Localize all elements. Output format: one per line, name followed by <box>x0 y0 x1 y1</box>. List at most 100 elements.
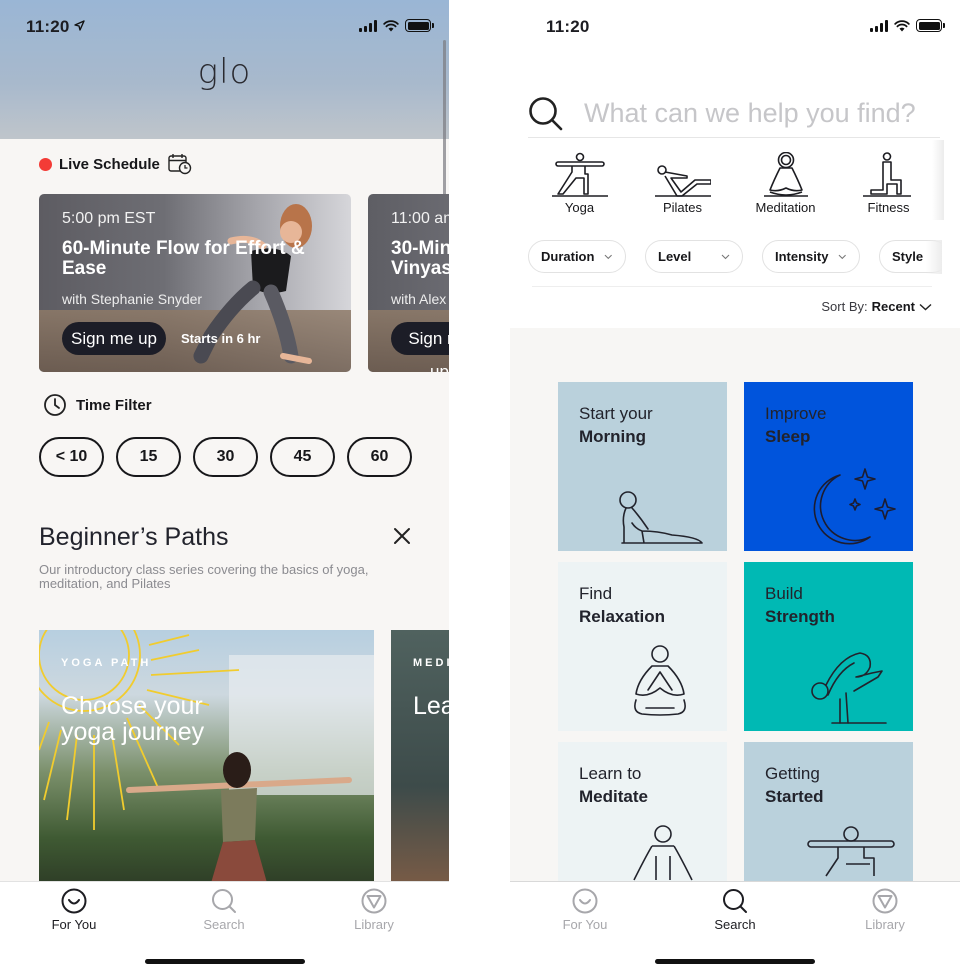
tile-build-strength[interactable]: Build Strength <box>744 562 913 731</box>
yoga-path-photo-figure <box>126 752 352 890</box>
tab-library[interactable]: Library <box>324 888 424 932</box>
tab-label: Search <box>714 917 756 932</box>
status-bar: 11:20 <box>0 0 449 50</box>
category-label: Yoga <box>564 200 595 215</box>
tile-improve-sleep[interactable]: Improve Sleep <box>744 382 913 551</box>
status-time: 11:20 <box>26 17 85 37</box>
search-screen: 11:20 Yoga Pilates Meditation Fitness Du… <box>510 0 960 972</box>
tile-line1: Build <box>765 584 803 603</box>
path-eyebrow: YOGA PATH <box>61 657 152 669</box>
library-icon <box>361 888 387 914</box>
library-icon <box>872 888 898 914</box>
tab-library[interactable]: Library <box>835 888 935 932</box>
status-bar: 11:20 <box>510 0 960 50</box>
time-filter-60[interactable]: 60 <box>347 437 412 477</box>
chevron-down-icon <box>721 254 730 259</box>
sign-me-up-button[interactable]: Sign me up <box>62 322 166 355</box>
seated-meditation-icon <box>633 825 693 881</box>
category-meditation[interactable]: Meditation <box>734 140 837 220</box>
category-pilates[interactable]: Pilates <box>631 140 734 220</box>
tile-find-relaxation[interactable]: Find Relaxation <box>558 562 727 731</box>
time-filter-under-10[interactable]: < 10 <box>39 437 104 477</box>
glo-logo: glo <box>197 52 252 92</box>
lotus-pose-icon <box>634 645 686 716</box>
tile-line2: Started <box>765 787 824 806</box>
category-carousel: Yoga Pilates Meditation Fitness <box>528 140 944 220</box>
time-filter-45[interactable]: 45 <box>270 437 335 477</box>
category-label: Fitness <box>867 200 910 215</box>
filter-level-dropdown[interactable]: Level <box>645 240 743 273</box>
time-filter-options: < 10 15 30 45 60 <box>39 437 412 477</box>
live-schedule-header: Live Schedule <box>39 153 192 175</box>
smile-icon <box>572 888 598 914</box>
meditation-path-card[interactable]: MEDITATION PATH Learn <box>391 630 449 890</box>
tile-line2: Morning <box>579 427 647 446</box>
time-filter-header: Time Filter <box>43 393 152 417</box>
home-indicator[interactable] <box>144 959 305 964</box>
sign-me-up-button[interactable]: Sign me up <box>391 322 449 372</box>
smile-icon <box>61 888 87 914</box>
class-instructor: with Alex <box>391 291 447 307</box>
filter-label: Style <box>892 249 924 264</box>
wifi-icon <box>383 19 399 31</box>
filter-bar: Duration Level Intensity Style <box>528 240 942 274</box>
tab-for-you[interactable]: For You <box>24 888 124 932</box>
live-indicator-dot <box>39 157 52 171</box>
pilates-pose-icon <box>654 165 711 197</box>
search-input[interactable] <box>584 98 934 129</box>
tile-start-your-morning[interactable]: Start your Morning <box>558 382 727 551</box>
filter-style-dropdown[interactable]: Style <box>879 240 942 273</box>
meditation-pose-icon <box>763 152 808 197</box>
calendar-clock-icon[interactable] <box>168 153 192 175</box>
class-instructor: with Stephanie Snyder <box>62 291 203 307</box>
tab-label: For You <box>562 917 608 932</box>
live-class-card[interactable]: 5:00 pm EST 60-Minute Flow for Effort & … <box>39 194 351 372</box>
time-filter-30[interactable]: 30 <box>193 437 258 477</box>
live-schedule-label: Live Schedule <box>59 155 160 173</box>
goal-tiles-grid: Start your Morning Improve Sleep Find Re… <box>510 328 960 911</box>
chevron-down-icon <box>919 303 932 310</box>
time-filter-15[interactable]: 15 <box>116 437 181 477</box>
clock-icon <box>44 394 66 416</box>
category-fitness[interactable]: Fitness <box>837 140 940 220</box>
yoga-path-card[interactable]: YOGA PATH Choose your yoga journey <box>39 630 374 890</box>
tile-line2: Meditate <box>579 787 648 806</box>
close-icon[interactable] <box>392 526 412 546</box>
home-indicator[interactable] <box>655 959 815 964</box>
tile-line1: Getting <box>765 764 820 783</box>
tab-search[interactable]: Search <box>685 888 785 932</box>
tab-bar: For You Search Library <box>0 881 449 972</box>
cellular-signal-icon <box>870 19 888 32</box>
search-bar <box>528 90 940 138</box>
path-title: Choose your yoga journey <box>61 692 205 746</box>
filter-duration-dropdown[interactable]: Duration <box>528 240 626 273</box>
tile-line2: Sleep <box>765 427 811 446</box>
filter-intensity-dropdown[interactable]: Intensity <box>762 240 860 273</box>
tab-label: For You <box>51 917 97 932</box>
yoga-pose-icon <box>551 152 608 197</box>
beginners-paths-title: Beginner’s Paths <box>39 523 229 551</box>
tile-line1: Start your <box>579 404 653 423</box>
tab-for-you[interactable]: For You <box>535 888 635 932</box>
filter-label: Duration <box>541 249 595 264</box>
divider <box>532 286 932 287</box>
battery-icon <box>405 19 434 32</box>
status-time: 11:20 <box>546 17 590 36</box>
time-filter-label: Time Filter <box>76 396 152 414</box>
tile-line1: Improve <box>765 404 827 423</box>
tab-search[interactable]: Search <box>174 888 274 932</box>
moon-stars-icon <box>813 468 896 545</box>
sort-value: Recent <box>871 299 915 314</box>
status-icons <box>359 19 434 32</box>
tab-label: Library <box>865 917 905 932</box>
category-yoga[interactable]: Yoga <box>528 140 631 220</box>
sort-dropdown[interactable]: Sort By: Recent <box>821 299 932 314</box>
search-icon <box>212 889 236 913</box>
filter-label: Intensity <box>775 249 829 264</box>
wifi-icon <box>894 19 910 31</box>
tab-label: Search <box>203 917 245 932</box>
class-time: 5:00 pm EST <box>62 210 156 227</box>
class-time: 11:00 am <box>391 210 449 227</box>
class-title: 60-Minute Flow for Effort & Ease <box>62 238 305 279</box>
live-class-card[interactable]: 11:00 am 30-Minute Vinyasa with Alex Sig… <box>368 194 449 372</box>
